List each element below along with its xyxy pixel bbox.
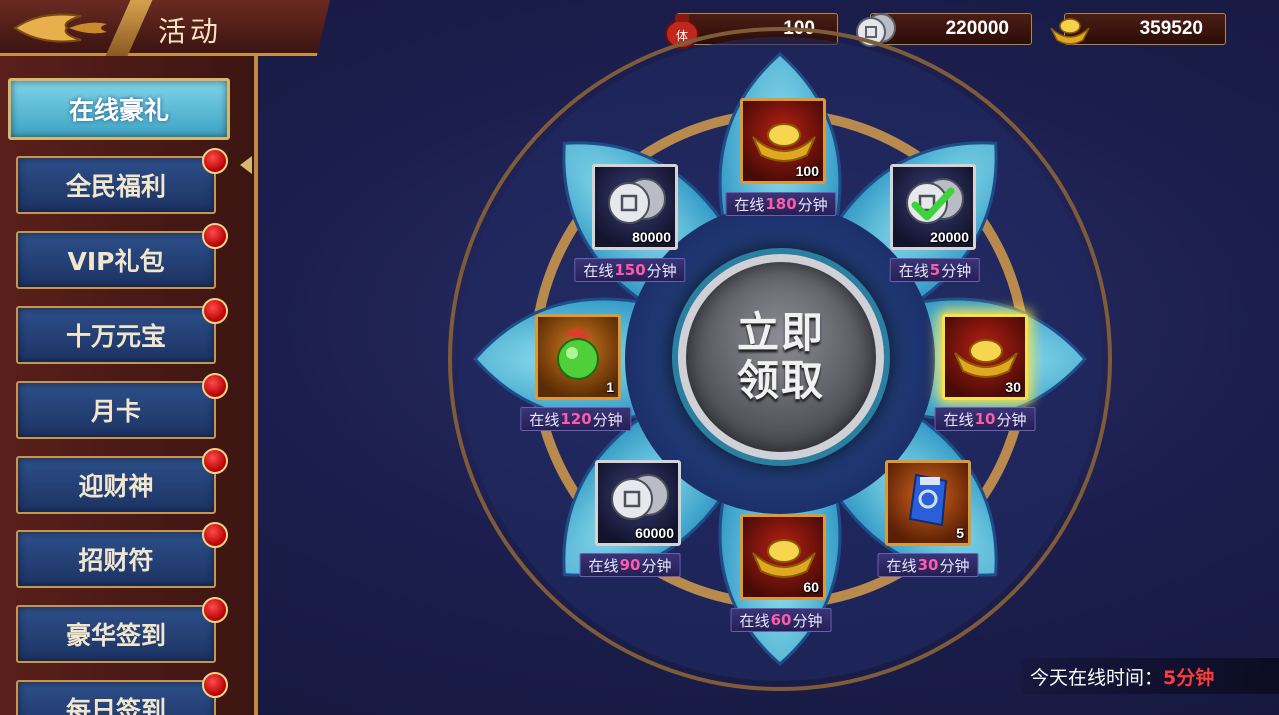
label-prefix: 在线 (739, 611, 770, 630)
label-minutes: 120 (560, 410, 592, 428)
sidebar-tab[interactable]: 招财符 (16, 522, 228, 588)
sidebar-tab-label: 每日签到 (65, 696, 166, 715)
reward-time-label: 在线 30 分钟 (877, 553, 979, 577)
sidebar-tab[interactable]: 月卡 (16, 373, 228, 439)
notification-dot-icon (202, 373, 228, 399)
notification-dot-icon (202, 223, 228, 249)
label-minutes: 60 (770, 611, 792, 629)
label-suffix: 分钟 (592, 410, 623, 429)
sidebar-tab-label: 在线豪礼 (68, 96, 169, 125)
claim-line2: 领取 (736, 356, 825, 405)
gold-ingot-icon (752, 539, 816, 578)
online-reward-wheel: 100 在线 180 分钟 20000 在线 5 分钟 30 在线 10 分钟 5 在线 30 分钟 60 在线 6… (420, 14, 1140, 714)
label-suffix: 分钟 (797, 195, 828, 214)
sidebar-tab-label: 全民福利 (65, 172, 166, 201)
reward-count: 60 (803, 579, 819, 595)
reward-time-label: 在线 90 分钟 (579, 553, 681, 577)
reward-slot[interactable]: 80000 (592, 164, 678, 250)
reward-count: 80000 (632, 229, 671, 245)
gold-value: 359520 (1139, 18, 1203, 39)
active-tab-pointer-icon (240, 156, 252, 174)
label-prefix: 在线 (583, 261, 614, 280)
notification-dot-icon (202, 148, 228, 174)
reward-slot[interactable]: 20000 (890, 164, 976, 250)
back-button[interactable] (6, 8, 116, 48)
label-prefix: 在线 (886, 556, 917, 575)
reward-time-label: 在线 150 分钟 (574, 258, 686, 282)
blue-talisman-icon (908, 473, 948, 527)
silver-coin-icon (608, 178, 666, 224)
label-suffix: 分钟 (939, 556, 970, 575)
label-minutes: 5 (929, 261, 941, 279)
sidebar-tab-label: 月卡 (90, 397, 141, 426)
reward-slot[interactable]: 1 (535, 314, 621, 400)
sidebar-tab[interactable]: 全民福利 (16, 148, 228, 214)
back-arrow-icon (13, 13, 107, 43)
label-prefix: 在线 (529, 410, 560, 429)
reward-count: 20000 (930, 229, 969, 245)
claim-now-button[interactable]: 立即 领取 (678, 254, 884, 460)
reward-count: 100 (795, 163, 819, 179)
reward-time-label: 在线 5 分钟 (889, 258, 981, 282)
reward-slot[interactable]: 5 (885, 460, 971, 546)
reward-slot[interactable]: 60 (740, 514, 826, 600)
gold-ingot-icon (954, 339, 1018, 378)
label-minutes: 10 (974, 410, 996, 428)
label-minutes: 90 (619, 556, 641, 574)
silver-coin-icon (611, 474, 669, 520)
online-time-label: 今天在线时间： (1030, 666, 1164, 689)
reward-time-label: 在线 180 分钟 (725, 192, 837, 216)
label-prefix: 在线 (734, 195, 765, 214)
reward-time-label: 在线 10 分钟 (934, 407, 1036, 431)
reward-time-label: 在线 60 分钟 (730, 608, 832, 632)
reward-count: 60000 (635, 525, 674, 541)
claimed-check-icon (911, 187, 955, 221)
green-orb-icon (557, 327, 599, 380)
sidebar-tab-label: 十万元宝 (65, 322, 166, 351)
notification-dot-icon (202, 298, 228, 324)
label-minutes: 30 (917, 556, 939, 574)
sidebar-tab-label: 迎财神 (78, 472, 154, 501)
sidebar-tab[interactable]: 每日签到 (16, 672, 228, 715)
sidebar-tab[interactable]: 十万元宝 (16, 298, 228, 364)
label-suffix: 分钟 (996, 410, 1027, 429)
label-prefix: 在线 (943, 410, 974, 429)
reward-count: 5 (956, 525, 964, 541)
sidebar-tab[interactable]: VIP礼包 (16, 223, 228, 289)
reward-slot[interactable]: 100 (740, 98, 826, 184)
notification-dot-icon (202, 448, 228, 474)
reward-count: 1 (606, 379, 614, 395)
notification-dot-icon (202, 672, 228, 698)
reward-slot[interactable]: 30 (942, 314, 1028, 400)
header-bar: 活动 (0, 0, 330, 56)
sidebar-tab[interactable]: 在线豪礼 (8, 78, 230, 140)
sidebar-tab[interactable]: 迎财神 (16, 448, 228, 514)
sidebar-tab-label: 豪华签到 (65, 621, 166, 650)
notification-dot-icon (202, 522, 228, 548)
online-time-display: 今天在线时间： 5分钟 (1022, 658, 1279, 694)
sidebar-tab[interactable]: 豪华签到 (16, 597, 228, 663)
label-minutes: 150 (614, 261, 646, 279)
label-suffix: 分钟 (646, 261, 677, 280)
label-prefix: 在线 (588, 556, 619, 575)
sidebar-tab-label: VIP礼包 (67, 247, 165, 276)
label-suffix: 分钟 (792, 611, 823, 630)
page-title: 活动 (158, 15, 223, 48)
label-suffix: 分钟 (641, 556, 672, 575)
label-suffix: 分钟 (941, 261, 972, 280)
label-minutes: 180 (765, 195, 797, 213)
claim-line1: 立即 (736, 308, 825, 357)
online-time-value: 5分钟 (1163, 666, 1215, 689)
reward-time-label: 在线 120 分钟 (520, 407, 632, 431)
notification-dot-icon (202, 597, 228, 623)
reward-slot[interactable]: 60000 (595, 460, 681, 546)
label-prefix: 在线 (898, 261, 929, 280)
reward-count: 30 (1005, 379, 1021, 395)
gold-ingot-icon (752, 123, 816, 162)
sidebar-tab-label: 招财符 (78, 546, 154, 575)
